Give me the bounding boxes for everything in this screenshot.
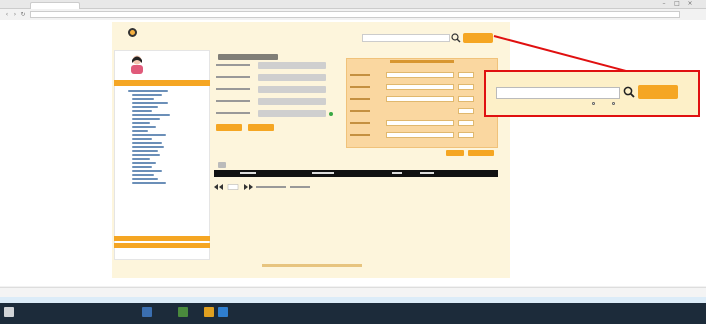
radio-option[interactable]	[612, 102, 615, 105]
callout-advanced-button[interactable]	[638, 85, 678, 99]
radio-option[interactable]	[592, 102, 595, 105]
annotation-arrow	[493, 35, 661, 81]
callout-search-input[interactable]	[496, 87, 620, 99]
search-icon[interactable]	[623, 86, 635, 98]
